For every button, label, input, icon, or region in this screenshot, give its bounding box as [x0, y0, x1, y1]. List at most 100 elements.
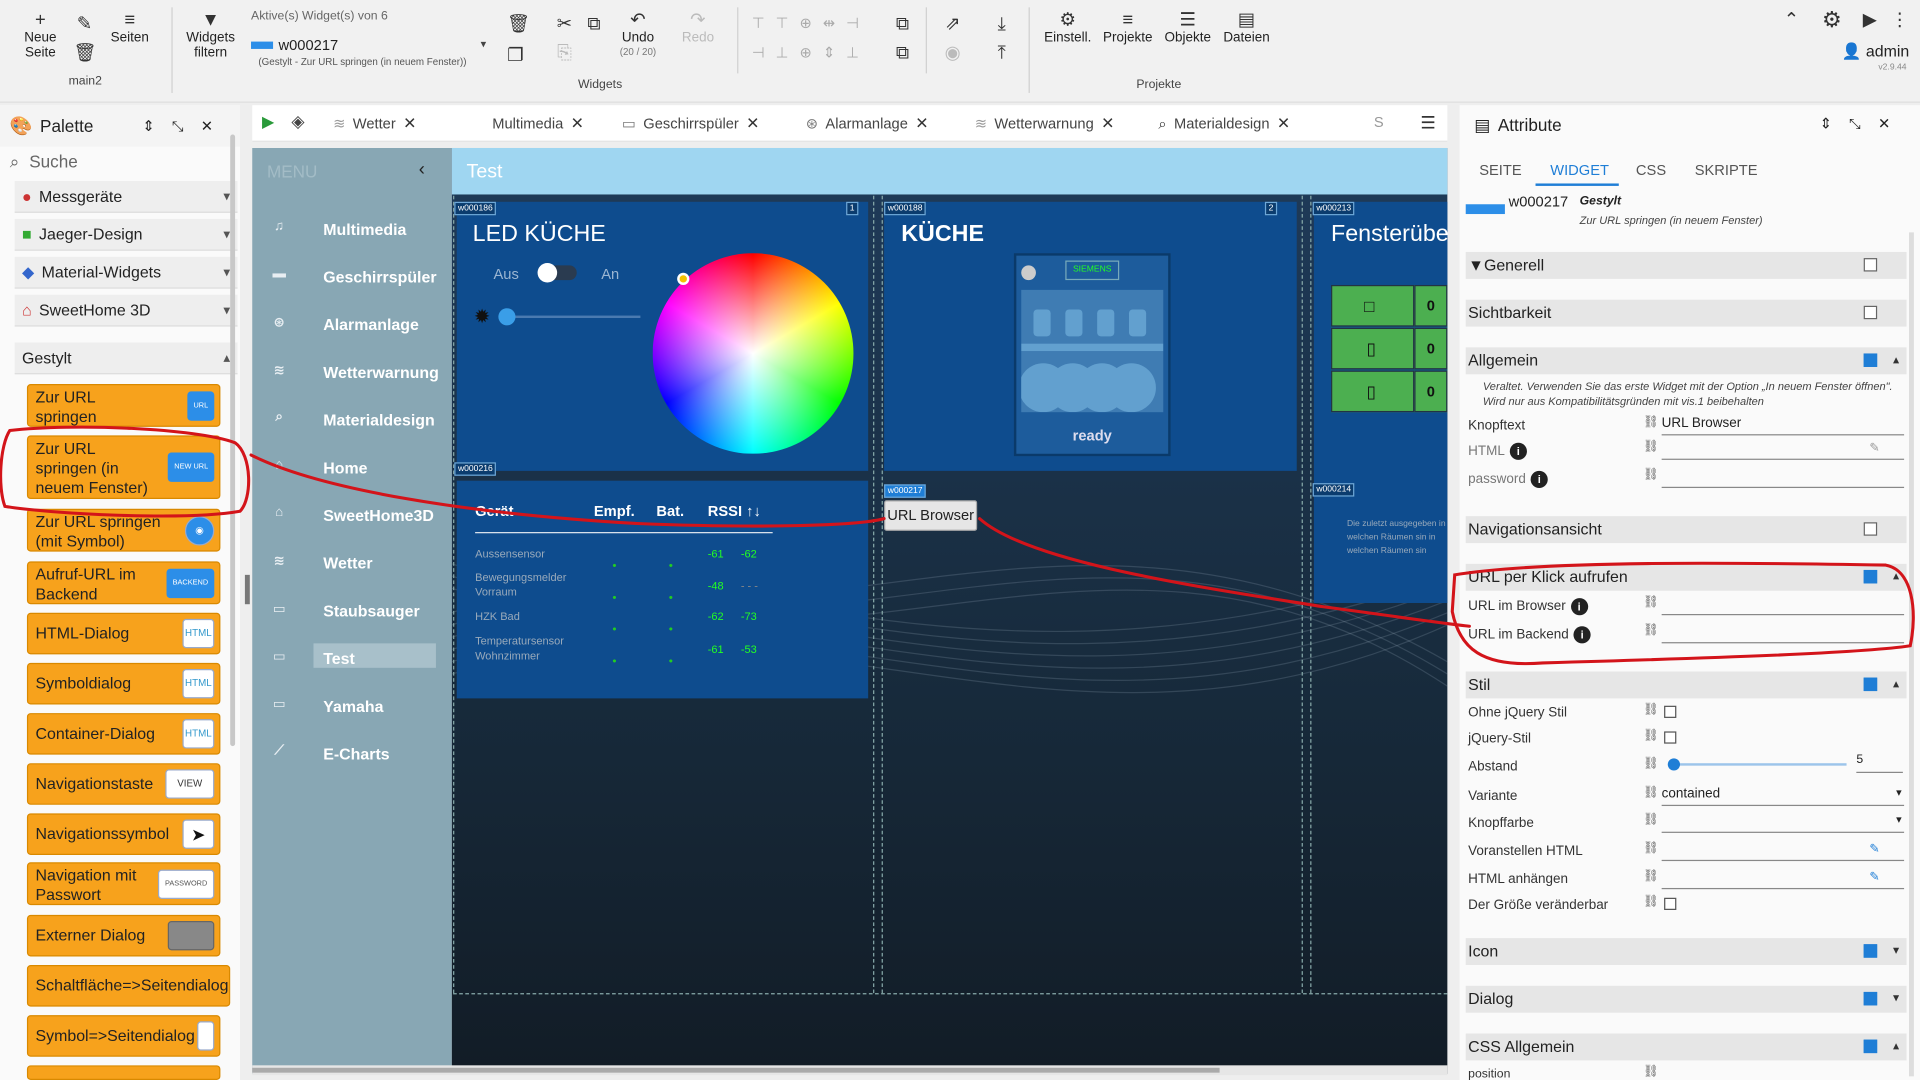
link-icon[interactable]: ⛓: [1643, 416, 1659, 429]
paste-button[interactable]: ⎘: [556, 43, 573, 64]
edit-page-button[interactable]: ✎: [73, 14, 95, 35]
close-icon[interactable]: ✕: [746, 114, 759, 132]
close-icon[interactable]: ✕: [571, 114, 584, 132]
eye-icon[interactable]: ◉: [943, 43, 963, 64]
delete-widget-button[interactable]: 🗑: [507, 14, 530, 35]
layers-icon[interactable]: ◈: [291, 111, 304, 132]
link-icon[interactable]: ⛓: [1643, 813, 1659, 826]
section-checkbox[interactable]: [1863, 677, 1878, 692]
kitchen-card[interactable]: KÜCHE SIEMENS ready: [884, 201, 1297, 471]
resize-checkbox[interactable]: [1664, 897, 1677, 910]
pencil-icon[interactable]: ✎: [1869, 871, 1879, 884]
section-sichtbarkeit[interactable]: Sichtbarkeit: [1465, 299, 1907, 327]
close-icon[interactable]: ✕: [915, 114, 928, 132]
palette-widget-container-dialog[interactable]: Container-Dialog HTML: [26, 713, 221, 755]
panel-controls[interactable]: ⇕⤡✕: [1820, 115, 1908, 133]
view-hscrollbar[interactable]: [252, 1065, 1448, 1076]
abstand-value[interactable]: 5: [1856, 753, 1903, 773]
filter-widgets-button[interactable]: ▼ Widgets filtern: [184, 10, 238, 60]
link-icon[interactable]: ⛓: [1643, 870, 1659, 883]
settings-icon[interactable]: ⚙: [1820, 9, 1844, 31]
palette-widget-symbol-dialog[interactable]: Symboldialog HTML: [26, 662, 221, 705]
delete-page-button[interactable]: 🗑: [73, 43, 96, 64]
section-css-allgemein[interactable]: CSS Allgemein ▴: [1465, 1033, 1907, 1061]
align-tools-row1[interactable]: ⊤⊤⊕⇹⊣: [752, 15, 870, 32]
section-checkbox[interactable]: [1863, 353, 1878, 367]
section-generell[interactable]: ▼Generell: [1465, 251, 1907, 279]
menu-item-multimedia[interactable]: ♫ Multimedia: [252, 214, 452, 246]
open-external-icon[interactable]: ⇗: [943, 14, 963, 35]
play-icon[interactable]: ▶: [262, 113, 274, 133]
color-picker-handle[interactable]: [677, 272, 690, 285]
tab-geschirrspueler[interactable]: ▭ Geschirrspüler ✕: [622, 114, 759, 134]
user-menu[interactable]: 👤 admin: [1842, 42, 1910, 62]
led-kitchen-card[interactable]: LED KÜCHE Aus An ✹: [456, 201, 869, 471]
palette-widget-symbol-page-dialog[interactable]: Symbol=>Seitendialog: [26, 1015, 221, 1057]
section-checkbox[interactable]: [1863, 522, 1878, 536]
menu-item-wetterwarnung[interactable]: ≋ Wetterwarnung: [252, 357, 452, 389]
abstand-slider[interactable]: [1667, 758, 1847, 771]
menu-item-staubsauger[interactable]: ▭ Staubsauger: [252, 596, 452, 628]
close-icon[interactable]: ✕: [403, 114, 416, 132]
variante-select[interactable]: contained ▾: [1661, 786, 1905, 807]
palette-category-sweethome[interactable]: ⌂ SweetHome 3D ▾: [14, 294, 238, 327]
collapse-toolbar-icon[interactable]: ⌃: [1783, 10, 1800, 31]
pencil-icon[interactable]: ✎: [1869, 843, 1879, 856]
section-icon[interactable]: Icon ▾: [1465, 938, 1907, 966]
password-field[interactable]: [1661, 468, 1905, 489]
section-checkbox[interactable]: [1863, 258, 1878, 272]
palette-category-jaeger[interactable]: ■ Jaeger-Design ▾: [14, 218, 238, 251]
led-switch[interactable]: [537, 262, 577, 283]
section-checkbox[interactable]: [1863, 991, 1878, 1006]
tab-multimedia[interactable]: Multimedia ✕: [492, 114, 584, 134]
palette-group-gestylt[interactable]: Gestylt ▴: [14, 342, 238, 375]
panel-controls[interactable]: ⇕⤡✕: [142, 117, 230, 135]
url-browser-button[interactable]: URL Browser: [884, 500, 978, 531]
palette-scrollbar[interactable]: [230, 134, 236, 747]
tab-wetter[interactable]: ≋ Wetter ✕: [333, 114, 416, 134]
info-icon[interactable]: i: [1570, 598, 1588, 616]
tab-more[interactable]: S: [1374, 114, 1384, 131]
menu-item-wetter[interactable]: ≋ Wetter: [252, 548, 452, 580]
undo-button[interactable]: ↶ Undo (20 / 20): [612, 10, 663, 60]
attributes-scrollbar[interactable]: [1908, 232, 1914, 1077]
new-page-button[interactable]: + Neue Seite: [20, 10, 62, 60]
link-icon[interactable]: ⛓: [1643, 757, 1659, 770]
tab-widget[interactable]: WIDGET: [1550, 161, 1609, 178]
link-icon[interactable]: ⛓: [1643, 895, 1659, 908]
brightness-slider[interactable]: [498, 308, 641, 326]
palette-widget-url-new-window[interactable]: Zur URL springen (in neuem Fenster) NEW U…: [26, 435, 221, 500]
menu-item-alarmanlage[interactable]: ⊛ Alarmanlage: [252, 309, 452, 341]
url-backend-field[interactable]: [1661, 624, 1905, 644]
ohne-jquery-checkbox[interactable]: [1664, 705, 1677, 718]
palette-search[interactable]: ⌕ Suche: [0, 147, 240, 176]
link-icon[interactable]: ⛓: [1643, 786, 1659, 799]
tabs-menu-icon[interactable]: ☰: [1420, 113, 1435, 134]
link-icon[interactable]: ⛓: [1643, 624, 1659, 637]
section-stil[interactable]: Stil ▴: [1465, 671, 1907, 699]
cut-button[interactable]: ✂: [556, 14, 573, 35]
section-checkbox[interactable]: [1863, 1039, 1878, 1054]
link-icon[interactable]: ⛓: [1643, 468, 1659, 481]
link-icon[interactable]: ⛓: [1643, 440, 1659, 453]
palette-widget-url-symbol[interactable]: Zur URL springen (mit Symbol) ◉: [26, 508, 221, 552]
knopftext-field[interactable]: URL Browser: [1661, 416, 1905, 436]
info-icon[interactable]: i: [1530, 470, 1548, 489]
link-icon[interactable]: ⛓: [1643, 703, 1659, 716]
projects-button[interactable]: ≡ Projekte: [1101, 10, 1155, 45]
copy-widget-button[interactable]: ❐: [507, 46, 524, 66]
menu-item-echarts[interactable]: ⟋ E-Charts: [252, 739, 452, 771]
import-icon[interactable]: ⤓: [992, 14, 1012, 35]
palette-widget-html-dialog[interactable]: HTML-Dialog HTML: [26, 612, 221, 655]
palette-widget-url[interactable]: Zur URL springen URL: [26, 384, 221, 427]
ungroup-icon[interactable]: ⧉: [894, 43, 911, 64]
more-icon[interactable]: ⋮: [1891, 10, 1909, 31]
palette-widget-more[interactable]: [26, 1065, 221, 1080]
close-icon[interactable]: ✕: [1101, 114, 1114, 132]
pencil-icon[interactable]: ✎: [1869, 442, 1879, 455]
window-overview-card[interactable]: Fensterübe □ 0 ▯ 0 ▯ 0 Die zuletzt ausge…: [1313, 201, 1449, 603]
palette-widget-nav-symbol[interactable]: Navigationssymbol ➤: [26, 813, 221, 855]
info-icon[interactable]: i: [1509, 442, 1527, 460]
tab-wetterwarnung[interactable]: ≋ Wetterwarnung ✕: [975, 114, 1115, 134]
tab-alarmanlage[interactable]: ⊛ Alarmanlage ✕: [806, 114, 929, 134]
